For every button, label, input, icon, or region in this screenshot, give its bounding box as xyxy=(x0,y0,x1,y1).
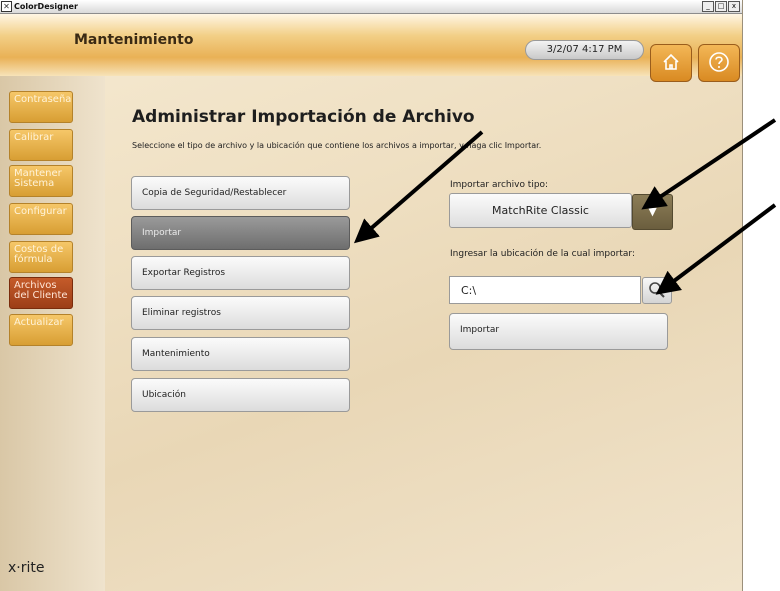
app-window: ✕ ColorDesigner _ □ x Mantenimiento 3/2/… xyxy=(0,0,743,591)
menu-backup-restore[interactable]: Copia de Seguridad/Restablecer xyxy=(131,176,350,210)
magnifier-icon xyxy=(649,282,665,298)
menu-location[interactable]: Ubicación xyxy=(131,378,350,412)
window-controls: _ □ x xyxy=(702,1,740,12)
location-path-input[interactable] xyxy=(449,276,641,304)
help-button[interactable] xyxy=(698,44,740,82)
menu-delete-records[interactable]: Eliminar registros xyxy=(131,296,350,330)
sidebar-item-configurar[interactable]: Configurar xyxy=(9,203,73,235)
sidebar-item-calibrar[interactable]: Calibrar xyxy=(9,129,73,161)
app-name: ColorDesigner xyxy=(14,2,78,11)
menu-maintenance[interactable]: Mantenimiento xyxy=(131,337,350,371)
import-button[interactable]: Importar xyxy=(449,313,668,350)
sidebar-item-costos-formula[interactable]: Costos de fórmula xyxy=(9,241,73,273)
chevron-down-icon: ▼ xyxy=(648,205,657,218)
sidebar: Contraseña Calibrar Mantener Sistema Con… xyxy=(0,76,105,591)
title-bar: ✕ ColorDesigner _ □ x xyxy=(0,0,742,14)
location-label: Ingresar la ubicación de la cual importa… xyxy=(450,249,635,259)
sidebar-item-actualizar[interactable]: Actualizar xyxy=(9,314,73,346)
instruction-text: Seleccione el tipo de archivo y la ubica… xyxy=(132,141,542,150)
import-type-label: Importar archivo tipo: xyxy=(450,180,549,190)
xrite-logo: x·rite xyxy=(8,560,45,576)
import-type-dropdown-button[interactable]: ▼ xyxy=(632,194,673,230)
sidebar-item-contrasena[interactable]: Contraseña xyxy=(9,91,73,123)
page-title: Mantenimiento xyxy=(74,32,194,48)
home-icon xyxy=(663,53,679,70)
main-title: Administrar Importación de Archivo xyxy=(132,107,475,127)
home-button[interactable] xyxy=(650,44,692,82)
browse-button[interactable] xyxy=(642,277,672,304)
app-icon: ✕ xyxy=(1,1,12,12)
datetime-display: 3/2/07 4:17 PM xyxy=(525,40,644,60)
menu-export-records[interactable]: Exportar Registros xyxy=(131,256,350,290)
help-icon xyxy=(709,52,729,72)
header: Mantenimiento 3/2/07 4:17 PM xyxy=(0,14,742,82)
menu-import[interactable]: Importar xyxy=(131,216,350,250)
close-button[interactable]: x xyxy=(728,1,740,12)
minimize-button[interactable]: _ xyxy=(702,1,714,12)
sidebar-item-mantener-sistema[interactable]: Mantener Sistema xyxy=(9,165,73,197)
import-type-select[interactable]: MatchRite Classic xyxy=(449,193,632,228)
sidebar-item-archivos-cliente[interactable]: Archivos del Cliente xyxy=(9,277,73,309)
maximize-button[interactable]: □ xyxy=(715,1,727,12)
